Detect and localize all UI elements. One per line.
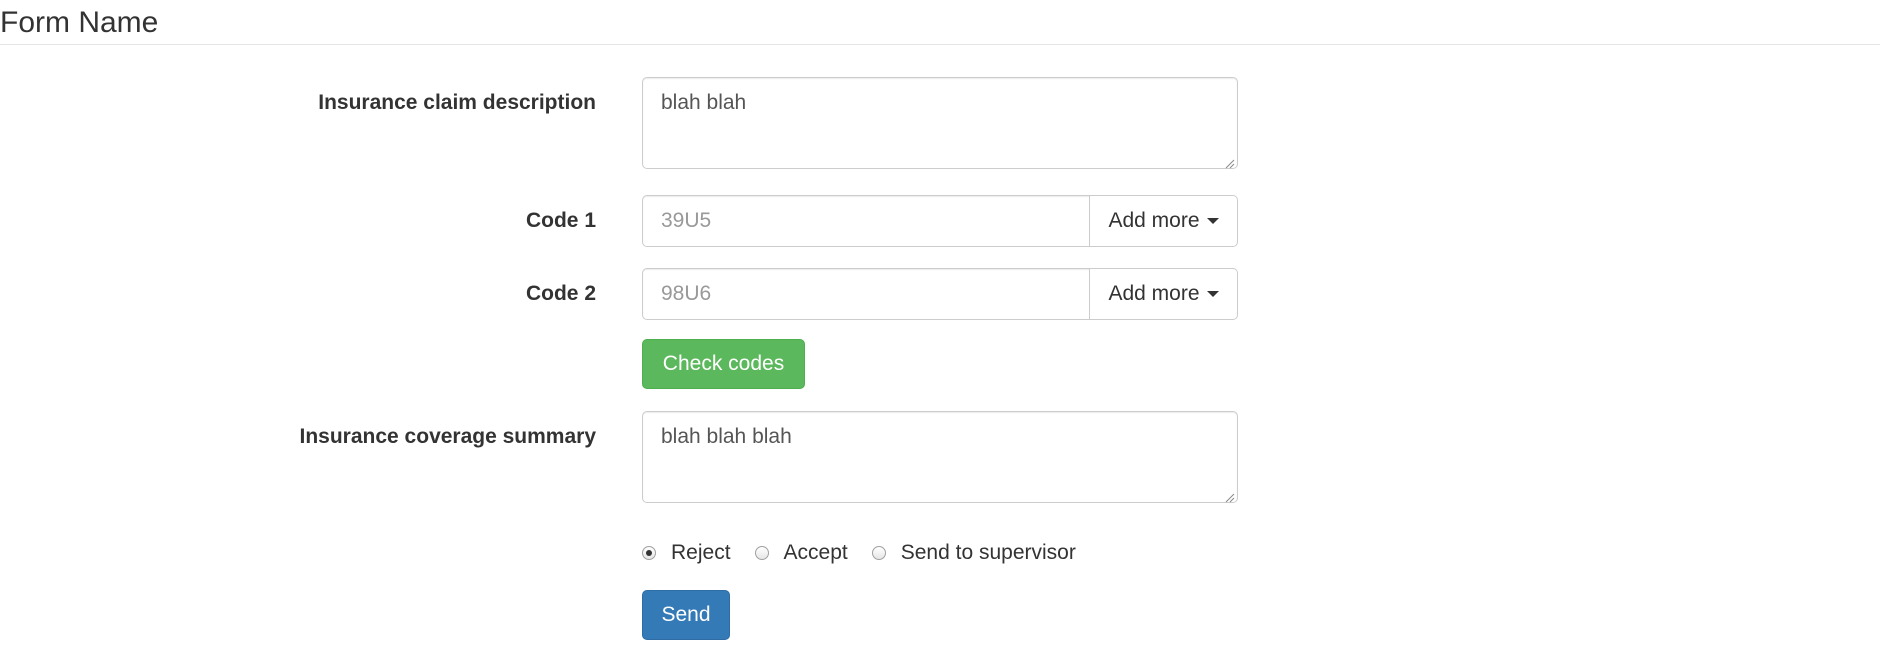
check-codes-button[interactable]: Check codes (642, 339, 805, 389)
coverage-summary-label: Insurance coverage summary (299, 425, 596, 448)
send-button[interactable]: Send (642, 590, 730, 640)
code1-add-more-button[interactable]: Add more (1089, 195, 1238, 247)
caret-down-icon (1206, 291, 1219, 297)
code2-add-more-button[interactable]: Add more (1089, 268, 1238, 320)
decision-radio-group: Reject Accept Send to supervisor (642, 538, 1100, 568)
radio-button-reject[interactable] (642, 546, 656, 560)
radio-reject[interactable]: Reject (642, 541, 731, 565)
caret-down-icon (1206, 218, 1219, 224)
radio-button-send-to-supervisor[interactable] (871, 546, 886, 560)
code1-label: Code 1 (525, 209, 596, 232)
code1-input[interactable] (642, 195, 1090, 247)
radio-label-reject: Reject (671, 541, 731, 564)
add-more-label: Add more (1108, 209, 1200, 232)
form-title: Form Name (0, 6, 159, 39)
radio-label-send-to-supervisor: Send to supervisor (900, 541, 1076, 564)
radio-accept[interactable]: Accept (754, 541, 848, 565)
code2-label: Code 2 (525, 282, 596, 305)
claim-description-textarea[interactable] (642, 77, 1238, 169)
claim-description-label: Insurance claim description (318, 91, 596, 114)
radio-send-to-supervisor[interactable]: Send to supervisor (871, 541, 1076, 565)
resize-grip-icon[interactable] (1223, 491, 1235, 503)
code2-input-group: Add more (642, 268, 1238, 320)
radio-button-accept[interactable] (754, 546, 769, 560)
radio-label-accept: Accept (783, 541, 848, 564)
coverage-summary-textarea[interactable] (642, 411, 1238, 503)
resize-grip-icon[interactable] (1223, 157, 1235, 169)
code1-input-group: Add more (642, 195, 1238, 247)
code2-input[interactable] (642, 268, 1090, 320)
form-legend: Form Name (0, 0, 1880, 45)
add-more-label: Add more (1108, 282, 1200, 305)
